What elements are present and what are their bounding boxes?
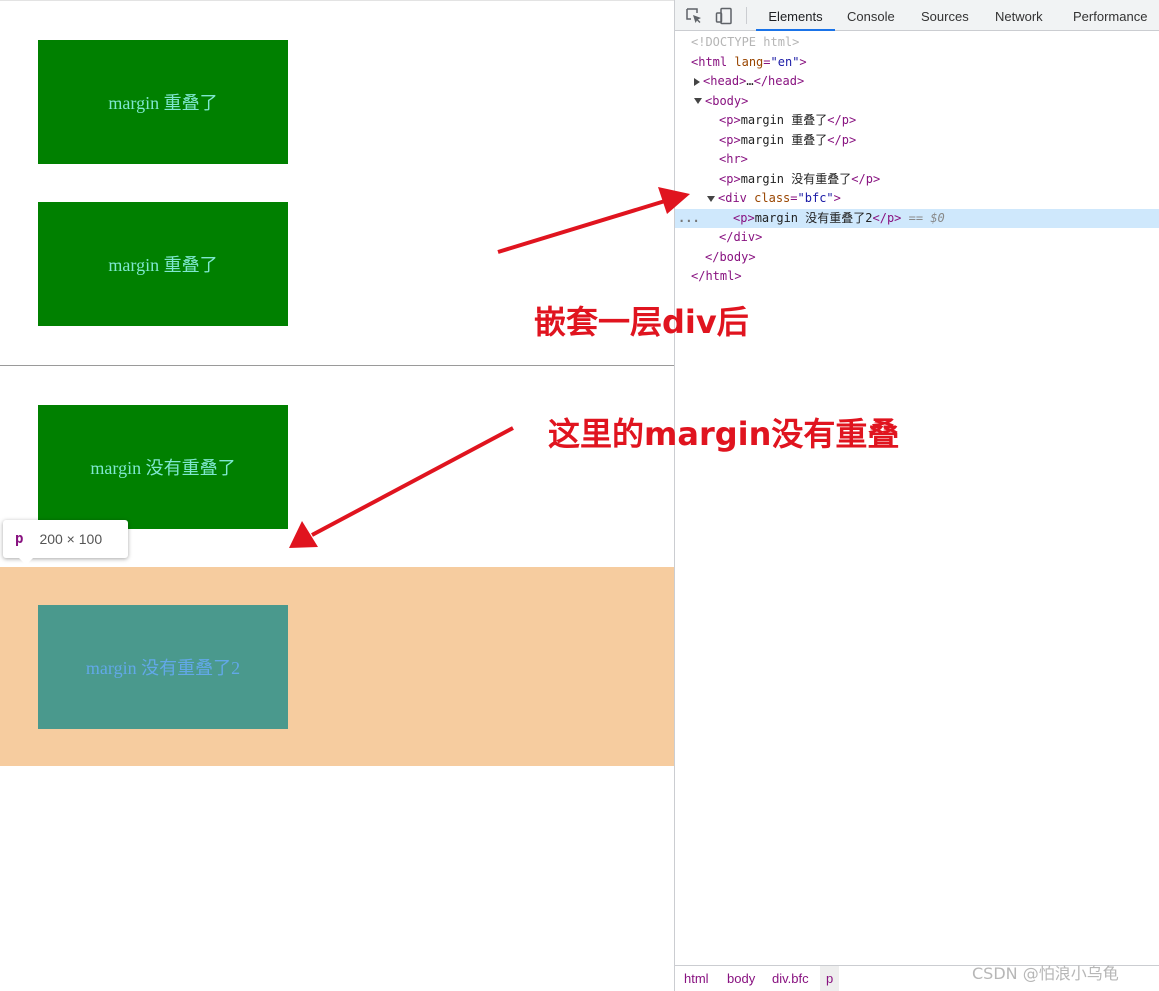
breadcrumb-div-bfc[interactable]: div.bfc	[767, 966, 814, 991]
paragraph-box-3: margin 没有重叠了	[38, 405, 288, 529]
inspect-tooltip: p 200 × 100	[3, 520, 128, 565]
devtools-toolbar: Elements Console Sources Network Perform…	[675, 0, 1159, 31]
collapse-arrow-icon[interactable]	[694, 98, 702, 104]
more-actions-icon[interactable]: ...	[678, 209, 700, 228]
collapse-arrow-icon[interactable]	[707, 195, 715, 202]
paragraph-box-1: margin 重叠了	[38, 40, 288, 164]
dom-node-p1[interactable]: <p>margin 重叠了</p>	[675, 111, 1159, 130]
tab-elements[interactable]: Elements	[756, 0, 835, 31]
paragraph-text: margin 没有重叠了	[90, 458, 236, 478]
dom-node-div-close[interactable]: </div>	[675, 228, 1159, 247]
dom-node-doctype[interactable]: <!DOCTYPE html>	[675, 33, 1159, 52]
dom-node-body[interactable]: <body>	[675, 92, 1159, 111]
paragraph-text: margin 重叠了	[108, 255, 218, 275]
expand-arrow-icon[interactable]	[694, 77, 700, 86]
dom-node-p3[interactable]: <p>margin 没有重叠了</p>	[675, 170, 1159, 189]
dom-node-html-close[interactable]: </html>	[675, 267, 1159, 286]
toolbar-separator	[746, 7, 747, 24]
dom-node-p2[interactable]: <p>margin 重叠了</p>	[675, 131, 1159, 150]
paragraph-text: margin 重叠了	[108, 93, 218, 113]
paragraph-box-2: margin 重叠了	[38, 202, 288, 326]
device-toggle-icon[interactable]	[715, 7, 733, 25]
tab-sources[interactable]: Sources	[921, 0, 969, 31]
paragraph-text: margin 没有重叠了2	[85, 658, 241, 678]
paragraph-box-4-highlighted[interactable]: margin 没有重叠了2	[38, 605, 288, 729]
devtools-panel: Elements Console Sources Network Perform…	[674, 0, 1159, 991]
inspect-icon[interactable]	[685, 7, 703, 25]
tooltip-dimensions: 200 × 100	[39, 531, 103, 547]
tab-console[interactable]: Console	[847, 0, 895, 31]
breadcrumb-body[interactable]: body	[722, 966, 760, 991]
tab-network[interactable]: Network	[995, 0, 1043, 31]
page-preview: margin 重叠了 margin 重叠了 margin 没有重叠了 margi…	[0, 0, 674, 991]
tooltip-tag-name: p	[15, 531, 24, 547]
horizontal-rule	[0, 365, 674, 366]
dom-node-div-bfc[interactable]: <div class="bfc">	[675, 189, 1159, 208]
dom-node-head[interactable]: <head>…</head>	[675, 72, 1159, 91]
dom-node-hr[interactable]: <hr>	[675, 150, 1159, 169]
dom-node-p4-selected[interactable]: ... <p>margin 没有重叠了2</p> == $0	[675, 208, 1159, 228]
dom-node-html[interactable]: <html lang="en">	[675, 53, 1159, 72]
tab-performance[interactable]: Performance	[1073, 0, 1147, 31]
breadcrumb: html body div.bfc p	[675, 965, 1159, 991]
breadcrumb-p[interactable]: p	[820, 966, 840, 991]
bfc-div-highlight: margin 没有重叠了2	[0, 567, 674, 766]
breadcrumb-html[interactable]: html	[679, 966, 714, 991]
dom-node-body-close[interactable]: </body>	[675, 248, 1159, 267]
